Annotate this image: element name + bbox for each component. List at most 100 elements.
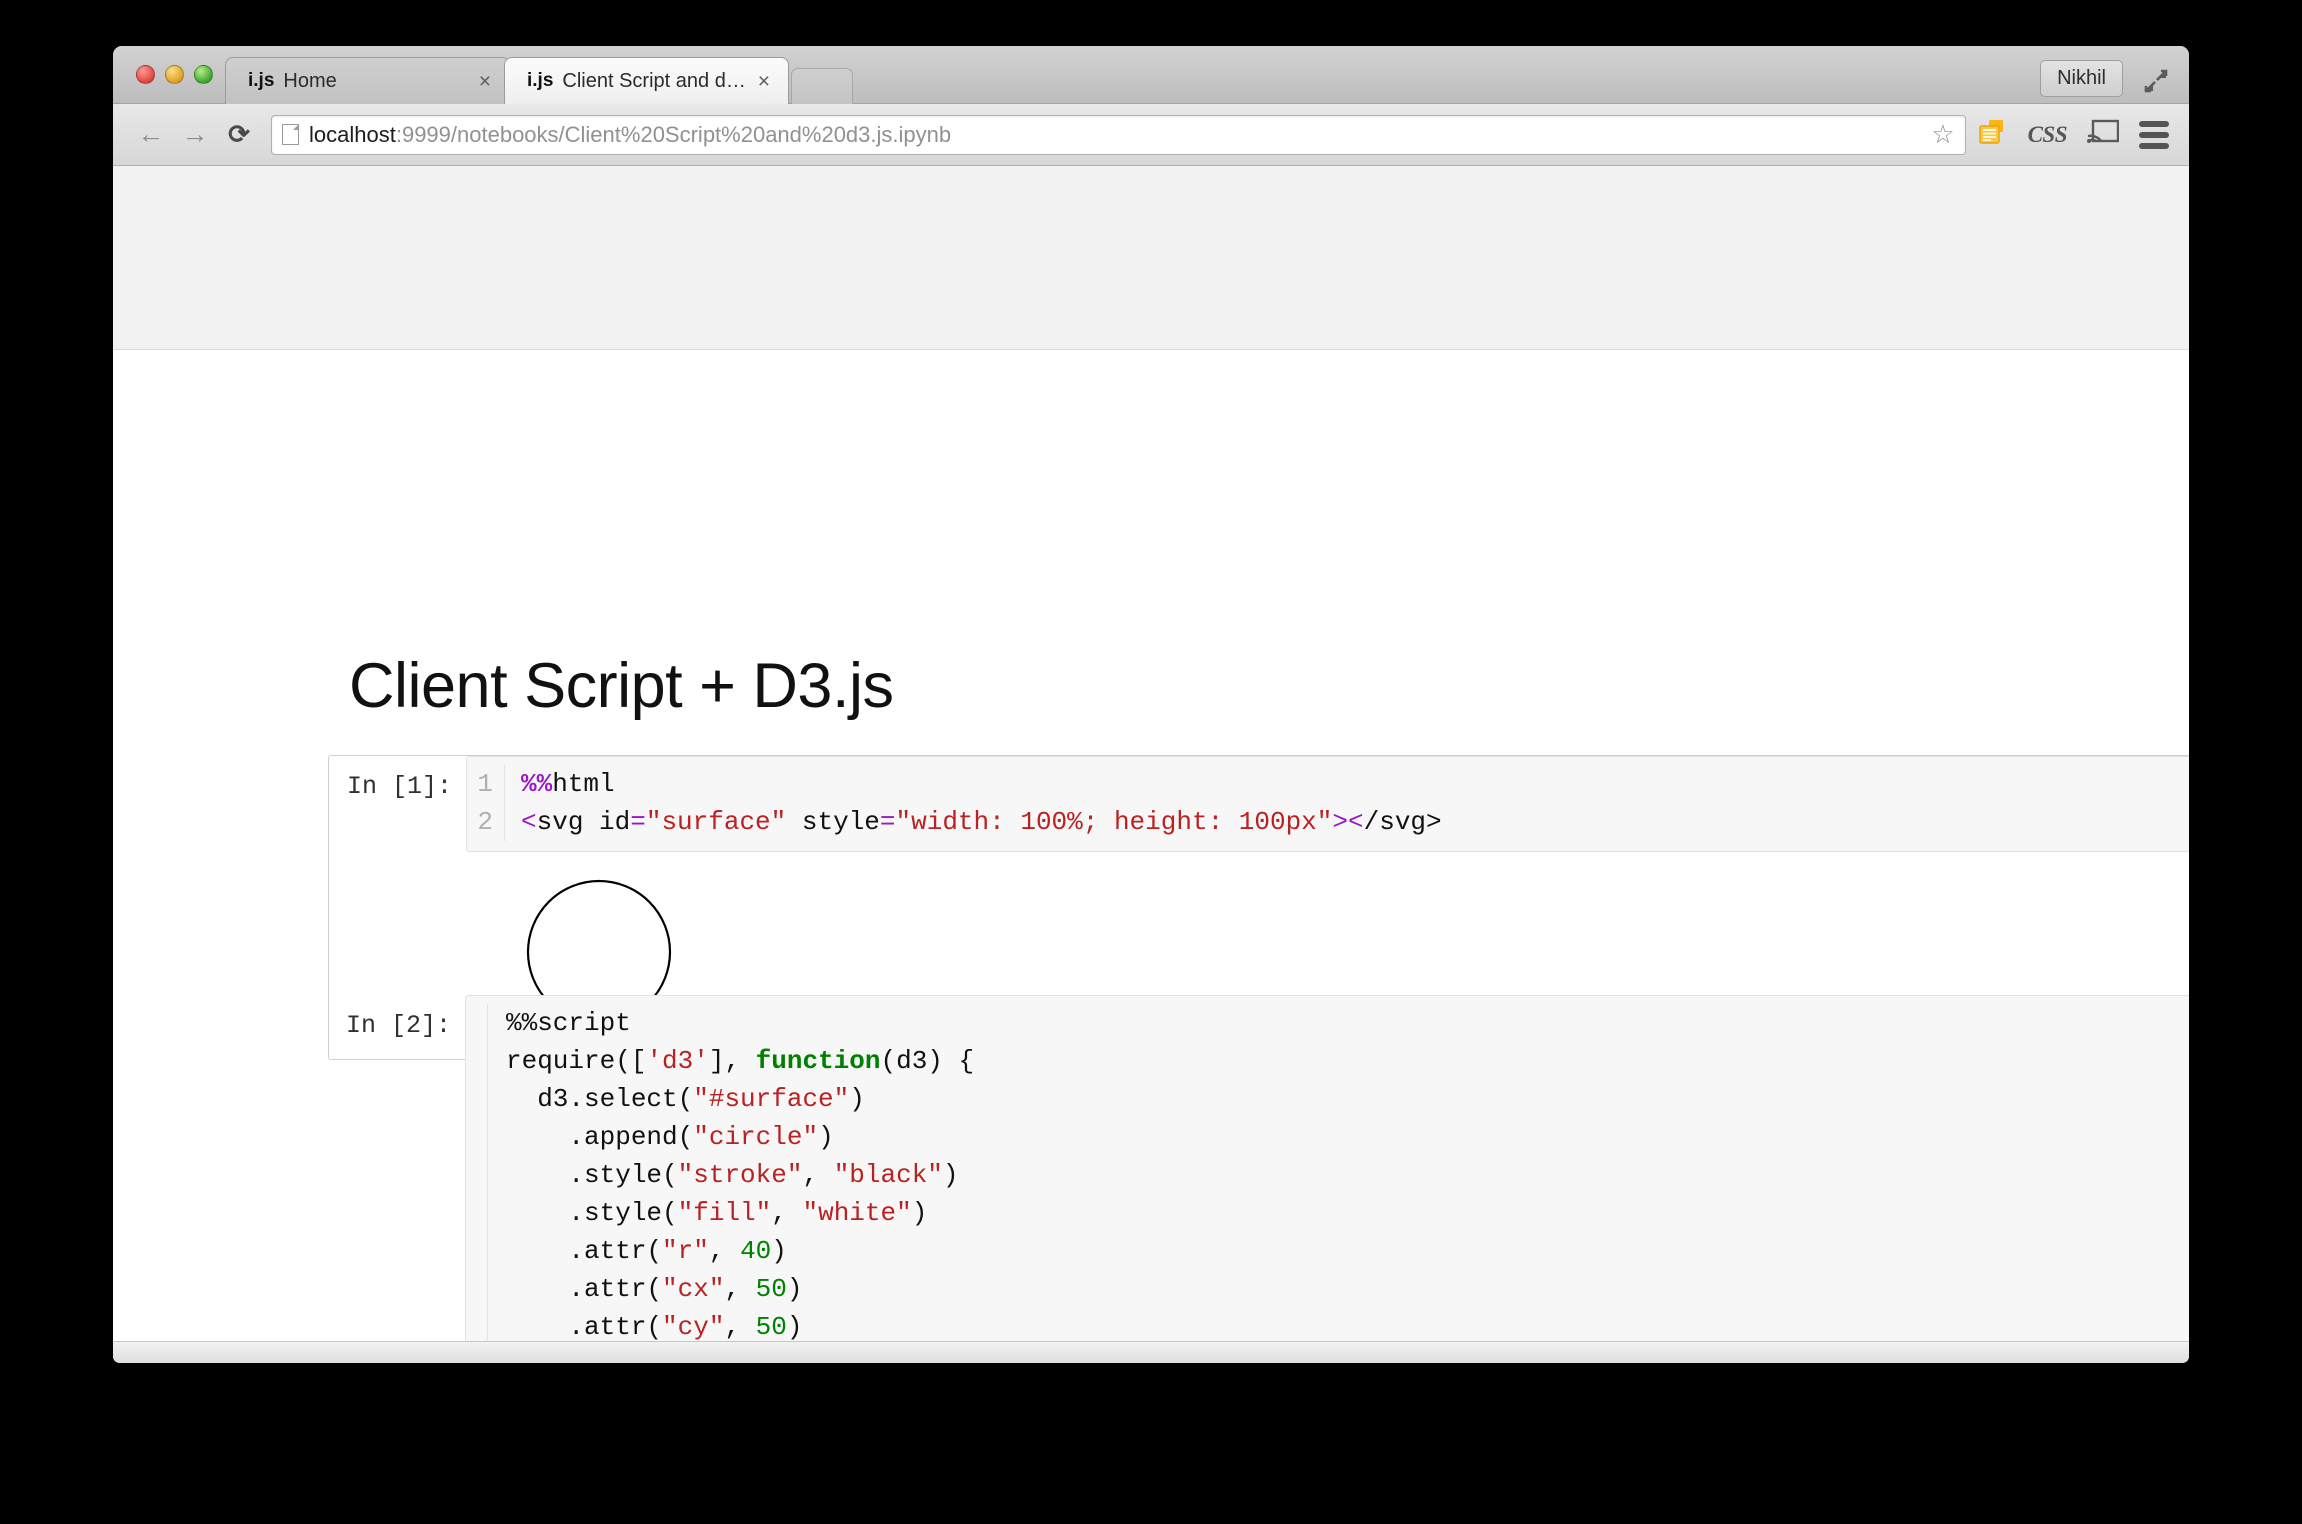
window-controls (136, 65, 213, 84)
maximize-window-button[interactable] (194, 65, 213, 84)
code-token: "cy" (662, 1312, 724, 1342)
address-bar[interactable]: localhost:9999/notebooks/Client%20Script… (271, 115, 1966, 155)
code-token: .attr( (506, 1274, 662, 1304)
code-token: , (802, 1160, 833, 1190)
tag-name: svg (537, 807, 584, 837)
code-token: "stroke" (678, 1160, 803, 1190)
code-token: "white" (802, 1198, 911, 1228)
code-line-1: %%script (506, 1004, 2189, 1042)
code-token: 50 (756, 1312, 787, 1342)
code-token: require([ (506, 1046, 646, 1076)
code-token: (d3) { (881, 1046, 975, 1076)
code-token: ], (709, 1046, 756, 1076)
cell-2-input-row: In [2]: %%script require(['d3'], function… (328, 995, 2189, 1362)
code-line-6: .style("fill", "white") (506, 1194, 2189, 1232)
browser-navigation-bar: ← → ⟳ localhost:9999/notebooks/Client%20… (113, 104, 2189, 166)
close-window-button[interactable] (136, 65, 155, 84)
code-token: "#surface" (693, 1084, 849, 1114)
code-token: "black" (834, 1160, 943, 1190)
page-title: Client Script + D3.js (349, 650, 893, 722)
tab-strip: i.js Home × i.js Client Script and d3.js… (113, 46, 2189, 104)
code-token: "circle" (693, 1122, 818, 1152)
extension-icons: CSS (1978, 118, 2173, 151)
close-tab-icon[interactable]: × (475, 71, 495, 92)
back-button[interactable]: ← (129, 113, 173, 157)
url-host: localhost (309, 122, 396, 147)
window-footer (113, 1341, 2189, 1363)
code-token: , (724, 1274, 755, 1304)
tab-title: Home (283, 70, 474, 93)
code-token: %%script (506, 1008, 631, 1038)
code-token: ) (771, 1236, 787, 1266)
code-token: .attr( (506, 1236, 662, 1266)
chrome-menu-icon[interactable] (2139, 121, 2169, 149)
cell-1-source[interactable]: %%html<svg id="surface" style="width: 10… (505, 765, 2189, 841)
reload-button[interactable]: ⟳ (217, 113, 261, 157)
closing-tag: /svg> (1364, 807, 1442, 837)
reader-extension-icon[interactable] (1978, 118, 2008, 151)
tab-title: Client Script and d3.js (562, 70, 753, 93)
code-line-2: require(['d3'], function(d3) { (506, 1042, 2189, 1080)
line-number: 1 (467, 765, 493, 803)
cell-2-prompt: In [2]: (328, 995, 465, 1362)
code-token: ) (943, 1160, 959, 1190)
browser-tabs: i.js Home × i.js Client Script and d3.js… (225, 57, 853, 104)
code-token: function (756, 1046, 881, 1076)
tag-open-bracket: < (521, 807, 537, 837)
code-token: 40 (740, 1236, 771, 1266)
code-token: ) (912, 1198, 928, 1228)
new-tab-button[interactable] (791, 68, 853, 104)
code-token: "r" (662, 1236, 709, 1266)
code-token: ) (787, 1312, 803, 1342)
code-token: "fill" (678, 1198, 772, 1228)
code-token: ) (849, 1084, 865, 1114)
notebook-header: { i.js; }notebook Client Script and d3.j… (113, 166, 2189, 350)
cell-1-input-row: In [1]: 12 %%html <svg id="surface" style… (329, 756, 2189, 852)
code-line-8: .attr("cx", 50) (506, 1270, 2189, 1308)
cell-2-source[interactable]: %%script require(['d3'], function(d3) { d… (488, 1004, 2189, 1362)
cell-1-prompt: In [1]: (329, 756, 466, 852)
cell-1-editor[interactable]: 12 %%html<svg id="surface" style="width:… (466, 756, 2189, 852)
attr-name-id: id (583, 807, 630, 837)
magic-name: html (552, 769, 614, 799)
code-token: ) (787, 1274, 803, 1304)
code-line-3: d3.select("#surface") (506, 1080, 2189, 1118)
notebook-page: { i.js; }notebook Client Script and d3.j… (113, 166, 2189, 1362)
css-extension-icon[interactable]: CSS (2028, 122, 2067, 148)
code-line-2: <svg id="surface" style="width: 100%; he… (521, 803, 2189, 841)
minimize-window-button[interactable] (165, 65, 184, 84)
code-token: .style( (506, 1160, 678, 1190)
attr-value-id: "surface" (646, 807, 786, 837)
notebook-cell-2[interactable]: In [2]: %%script require(['d3'], function… (328, 995, 2189, 1362)
code-line-1: %%html (521, 765, 2189, 803)
line-number: 2 (467, 803, 493, 841)
url-path: :9999/notebooks/Client%20Script%20and%20… (396, 122, 951, 147)
magic-token: %% (521, 769, 552, 799)
page-info-icon[interactable] (282, 124, 299, 145)
user-profile-button[interactable]: Nikhil (2040, 60, 2123, 97)
forward-button[interactable]: → (173, 113, 217, 157)
cast-icon[interactable] (2087, 119, 2119, 151)
code-token: .attr( (506, 1312, 662, 1342)
browser-tab-home[interactable]: i.js Home × (225, 57, 510, 104)
code-token: "cx" (662, 1274, 724, 1304)
code-token: 50 (756, 1274, 787, 1304)
notebook-body: Client Script + D3.js In [1]: 12 %%html <… (113, 350, 2189, 1362)
code-token: 'd3' (646, 1046, 708, 1076)
tag-close-bracket: >< (1332, 807, 1363, 837)
cell-1-line-numbers: 12 (467, 765, 505, 841)
code-token: , (771, 1198, 802, 1228)
fullscreen-icon[interactable] (2143, 68, 2169, 94)
url-text: localhost:9999/notebooks/Client%20Script… (309, 122, 951, 148)
cell-2-gutter (466, 1004, 488, 1362)
browser-tab-client-script[interactable]: i.js Client Script and d3.js × (504, 57, 789, 104)
code-token: , (724, 1312, 755, 1342)
ijs-favicon-icon: i.js (248, 70, 274, 92)
bookmark-star-icon[interactable]: ☆ (1931, 119, 1954, 150)
ijs-favicon-icon: i.js (527, 70, 553, 92)
close-tab-icon[interactable]: × (754, 71, 774, 92)
attr-equals: = (630, 807, 646, 837)
attr-name-style: style (786, 807, 880, 837)
cell-2-editor[interactable]: %%script require(['d3'], function(d3) { d… (465, 995, 2189, 1362)
code-token: , (709, 1236, 740, 1266)
